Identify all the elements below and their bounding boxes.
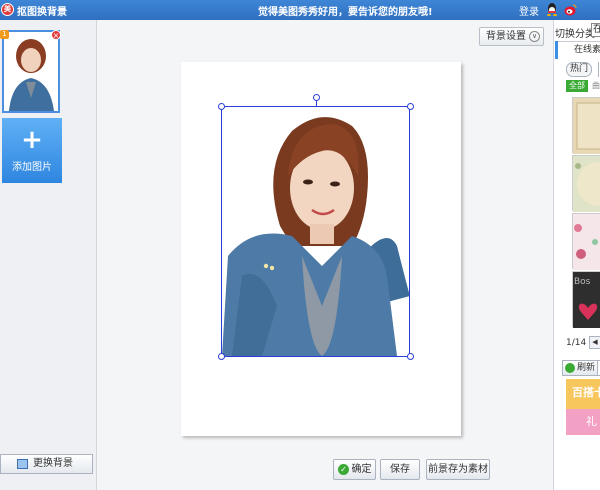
- qq-icon[interactable]: [546, 3, 558, 16]
- change-background-button[interactable]: 更换背景: [0, 454, 93, 474]
- thumbnail-index-badge: 1: [0, 30, 9, 39]
- left-panel: 1 × + 添加图片 更换背景: [0, 20, 97, 490]
- image-icon: [17, 459, 28, 469]
- remove-thumbnail-icon[interactable]: ×: [51, 30, 61, 40]
- change-background-label: 更换背景: [33, 458, 73, 469]
- add-image-label: 添加图片: [12, 162, 52, 173]
- weibo-icon[interactable]: [564, 4, 577, 16]
- confirm-button[interactable]: ✓ 确定: [333, 459, 376, 480]
- save-foreground-button[interactable]: 前景存为素材: [426, 459, 490, 480]
- tab-online-materials[interactable]: 在线素材: [555, 41, 600, 59]
- resize-handle-bottom-right[interactable]: [407, 353, 414, 360]
- selection-box[interactable]: [221, 106, 410, 357]
- background-settings-label: 背景设置: [486, 31, 526, 42]
- save-button[interactable]: 保存: [380, 459, 420, 480]
- resize-handle-bottom-left[interactable]: [218, 353, 225, 360]
- chalkboard-image: Bos: [573, 272, 600, 328]
- page-indicator: 1/14: [566, 338, 587, 348]
- app-logo-icon: 美: [1, 3, 14, 16]
- active-tab-indicator: [555, 41, 558, 59]
- editor-workspace: 背景设置 ∨ ✓ 确定 保存 前景存为素材: [98, 20, 550, 490]
- pink-floral-image: [573, 214, 600, 270]
- background-thumbnail[interactable]: [572, 213, 600, 270]
- filter-all-tag[interactable]: 全部: [566, 80, 588, 92]
- svg-text:Bos: Bos: [574, 277, 591, 287]
- chevron-down-icon: ∨: [529, 31, 540, 42]
- filter-hot-button[interactable]: 热门: [566, 62, 592, 77]
- plus-icon: +: [21, 125, 43, 155]
- check-icon: ✓: [338, 464, 349, 475]
- right-panel: 切换分类 在线素材 在线素材 热门 全部 曲 Bos 1/14: [553, 20, 600, 490]
- promo-banner-yellow[interactable]: 百搭卡: [566, 379, 600, 409]
- canvas[interactable]: [181, 62, 461, 436]
- rotate-handle[interactable]: [313, 94, 320, 101]
- background-thumbnail[interactable]: [572, 97, 600, 154]
- login-link[interactable]: 登录: [519, 3, 539, 18]
- title-bar: 美 抠图换背景 觉得美图秀秀好用，要告诉您的朋友哦! 登录: [0, 0, 600, 20]
- resize-handle-top-left[interactable]: [218, 103, 225, 110]
- refresh-label: 刷新: [577, 363, 596, 373]
- confirm-label: 确定: [351, 464, 372, 475]
- background-settings-button[interactable]: 背景设置 ∨: [479, 27, 544, 46]
- add-image-button[interactable]: + 添加图片: [2, 118, 62, 183]
- app-title: 抠图换背景: [17, 7, 67, 18]
- promo-text[interactable]: 觉得美图秀秀好用，要告诉您的朋友哦!: [258, 3, 433, 18]
- category-select[interactable]: 在线素材: [591, 23, 600, 37]
- promo-banner-pink[interactable]: 礼: [566, 409, 600, 435]
- resize-handle-top-right[interactable]: [407, 103, 414, 110]
- thumbnail-image: [4, 32, 58, 111]
- vintage-paper-image: [573, 98, 600, 154]
- background-thumbnail[interactable]: [572, 155, 600, 212]
- switch-category-label: 切换分类: [555, 29, 595, 40]
- refresh-button[interactable]: 刷新: [562, 360, 598, 376]
- floral-frame-image: [573, 156, 600, 212]
- refresh-icon: [565, 363, 575, 373]
- photo-thumbnail[interactable]: [2, 30, 60, 113]
- background-thumbnail[interactable]: Bos: [572, 271, 600, 328]
- prev-page-button[interactable]: ◀: [589, 336, 600, 349]
- filter-second-tag[interactable]: 曲: [592, 80, 600, 91]
